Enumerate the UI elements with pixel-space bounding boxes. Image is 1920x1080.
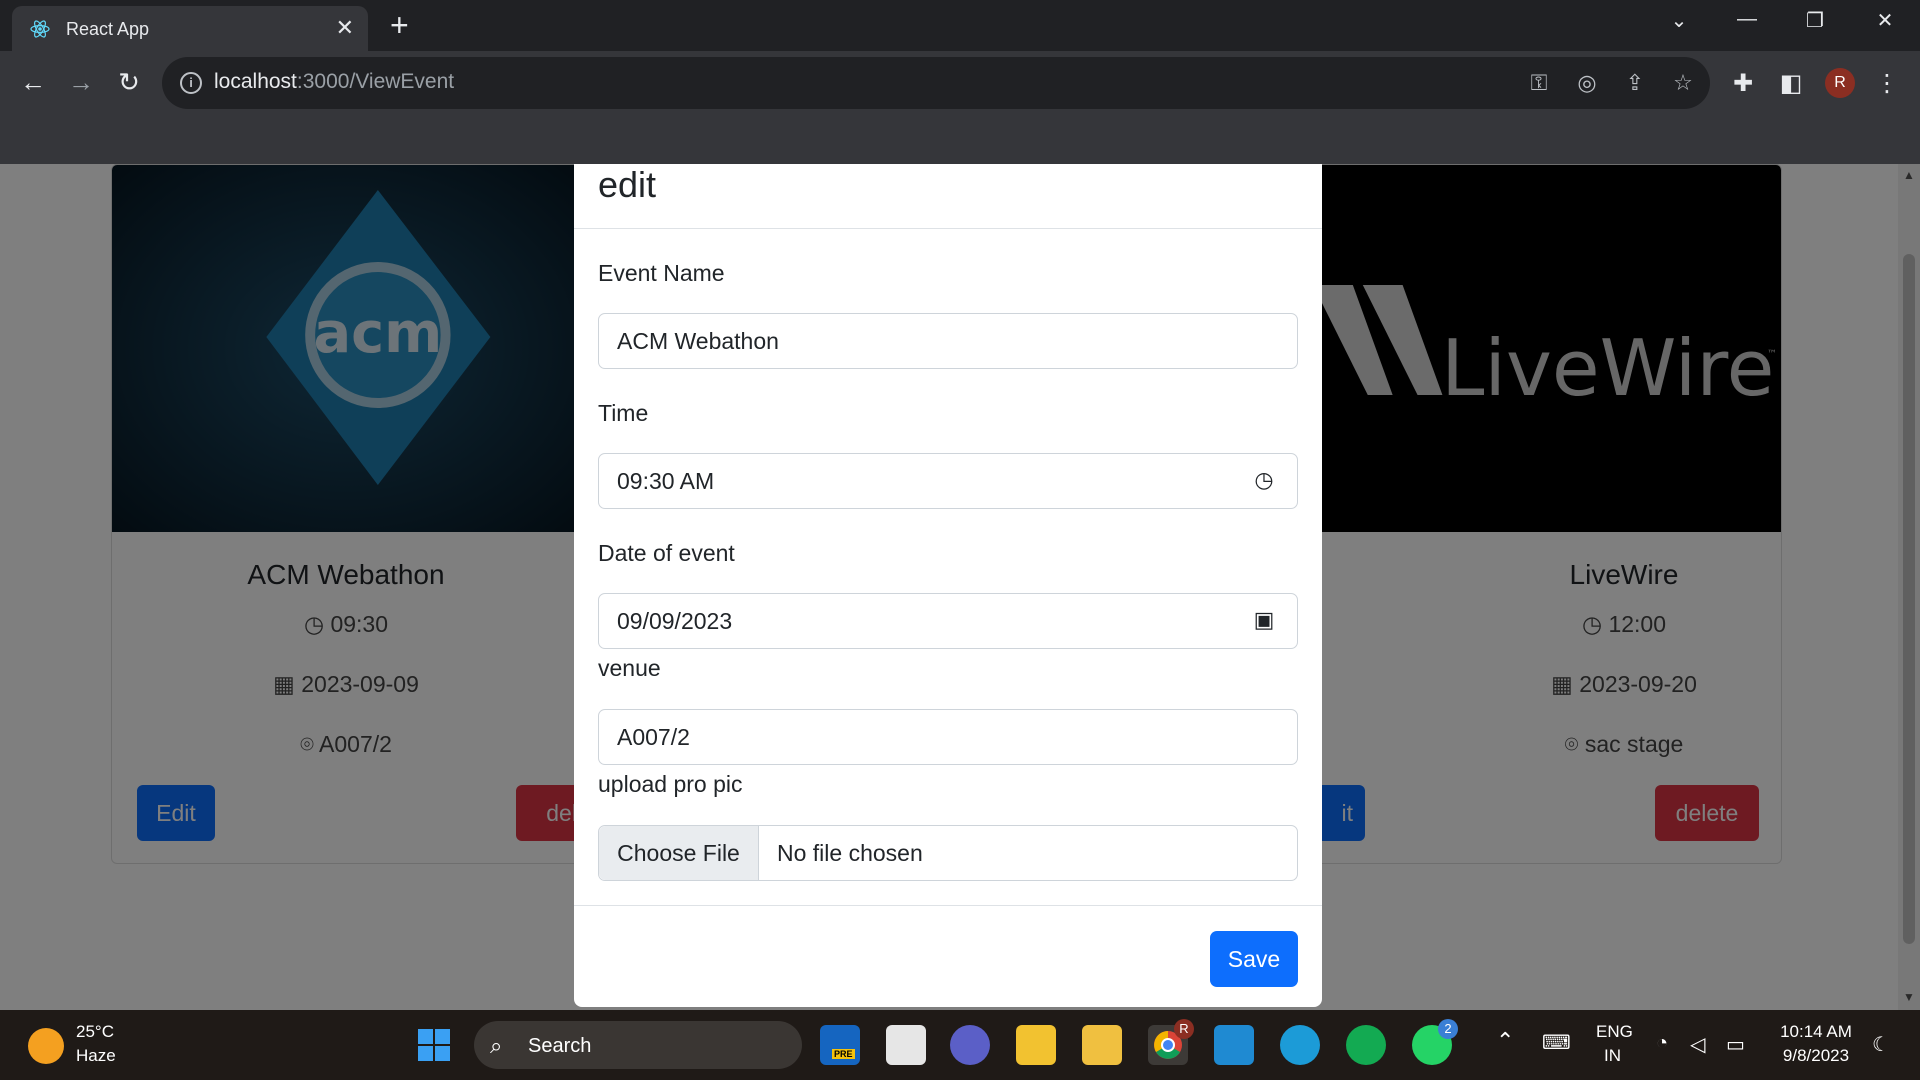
tab-strip: React App ✕ + ⌄ — ❐ ✕ <box>0 0 1920 51</box>
react-icon <box>30 20 50 38</box>
site-info-icon[interactable]: i <box>180 72 202 94</box>
gallery-icon[interactable] <box>1082 1025 1122 1065</box>
profile-avatar[interactable]: R <box>1825 68 1855 98</box>
search-icon: ⌕ <box>490 1033 503 1058</box>
extensions-icon[interactable]: ✚ <box>1728 69 1758 99</box>
eye-off-icon[interactable]: ◎ <box>1574 70 1600 96</box>
url-text[interactable]: localhost:3000/ViewEvent <box>214 70 454 94</box>
star-icon[interactable]: ☆ <box>1670 70 1696 96</box>
clock-date[interactable]: 9/8/2023 <box>1776 1046 1856 1066</box>
clock-time[interactable]: 10:14 AM <box>1776 1022 1856 1042</box>
modal-title: edit <box>598 164 657 205</box>
modal-footer-divider <box>574 905 1322 906</box>
vscode-icon[interactable] <box>1214 1025 1254 1065</box>
chrome-profile-badge: R <box>1174 1019 1194 1039</box>
time-label: Time <box>598 400 649 426</box>
time-input[interactable]: 09:30 AM ◷ <box>598 453 1298 509</box>
weather-temperature[interactable]: 25°C <box>76 1022 114 1042</box>
tab-title: React App <box>66 19 150 39</box>
event-name-input[interactable]: ACM Webathon <box>598 313 1298 369</box>
whatsapp-icon[interactable]: 2 <box>1412 1019 1458 1065</box>
whatsapp-badge: 2 <box>1438 1019 1458 1039</box>
clock-icon[interactable]: ◷ <box>1251 467 1277 493</box>
chrome-icon[interactable]: R <box>1148 1019 1194 1065</box>
taskbar-search[interactable]: ⌕ Search <box>474 1021 802 1069</box>
tab-search-icon[interactable]: ⌄ <box>1664 8 1694 33</box>
key-icon[interactable]: ⚿ <box>1526 70 1552 96</box>
modal-header-divider <box>574 228 1322 229</box>
taskbar: 25°C Haze ⌕ Search PRE R 2 ⌃ ⌨ ENG IN ◔ … <box>0 1010 1920 1080</box>
upload-label: upload pro pic <box>598 771 743 797</box>
mongodb-compass-icon[interactable] <box>1346 1025 1386 1065</box>
address-bar[interactable]: i localhost:3000/ViewEvent ⚿ ◎ ⇪ ☆ <box>162 57 1710 109</box>
region-indicator[interactable]: IN <box>1604 1046 1621 1066</box>
new-tab-button[interactable]: + <box>390 9 409 41</box>
notification-icon[interactable]: ☾ <box>1872 1032 1890 1057</box>
forward-button[interactable]: → <box>64 65 98 99</box>
volume-icon[interactable]: ◁ <box>1690 1032 1705 1057</box>
search-label: Search <box>528 1035 592 1057</box>
reload-button[interactable]: ↻ <box>112 65 146 99</box>
date-input[interactable]: 09/09/2023 ▣ <box>598 593 1298 649</box>
wifi-icon[interactable]: ◔ <box>1656 1032 1668 1055</box>
browser-toolbar: ← → ↻ i localhost:3000/ViewEvent ⚿ ◎ ⇪ ☆… <box>0 51 1920 164</box>
keyboard-icon[interactable]: ⌨ <box>1542 1030 1571 1055</box>
menu-icon[interactable]: ⋮ <box>1872 69 1902 99</box>
share-icon[interactable]: ⇪ <box>1622 70 1648 96</box>
chevron-up-icon[interactable]: ⌃ <box>1496 1028 1514 1054</box>
edge-pre-label: PRE <box>832 1049 855 1059</box>
edge-icon[interactable] <box>1280 1025 1320 1065</box>
close-window-button[interactable]: ✕ <box>1870 8 1900 33</box>
weather-icon[interactable] <box>28 1028 64 1064</box>
back-button[interactable]: ← <box>16 65 50 99</box>
venue-label: venue <box>598 655 661 681</box>
weather-description[interactable]: Haze <box>76 1046 116 1066</box>
language-indicator[interactable]: ENG <box>1596 1022 1633 1042</box>
date-label: Date of event <box>598 540 735 566</box>
teams-chat-icon[interactable] <box>950 1025 990 1065</box>
file-status: No file chosen <box>777 840 923 866</box>
choose-file-button[interactable]: Choose File <box>599 826 759 880</box>
edge-dev-icon[interactable]: PRE <box>820 1025 860 1065</box>
calendar-icon[interactable]: ▣ <box>1251 607 1277 633</box>
windows-start-icon[interactable] <box>414 1025 454 1065</box>
file-input[interactable]: Choose File No file chosen <box>598 825 1298 881</box>
minimize-button[interactable]: — <box>1732 8 1762 31</box>
edit-modal: edit Event Name ACM Webathon Time 09:30 … <box>574 164 1322 1007</box>
battery-icon[interactable]: ▭ <box>1726 1032 1745 1057</box>
side-panel-icon[interactable]: ◧ <box>1776 69 1806 99</box>
save-button[interactable]: Save <box>1210 931 1298 987</box>
task-view-icon[interactable] <box>886 1025 926 1065</box>
file-explorer-icon[interactable] <box>1016 1025 1056 1065</box>
tab-react-app[interactable]: React App ✕ <box>12 6 368 51</box>
event-name-label: Event Name <box>598 260 725 286</box>
close-tab-icon[interactable]: ✕ <box>336 16 354 40</box>
restore-button[interactable]: ❐ <box>1800 8 1830 33</box>
venue-input[interactable]: A007/2 <box>598 709 1298 765</box>
